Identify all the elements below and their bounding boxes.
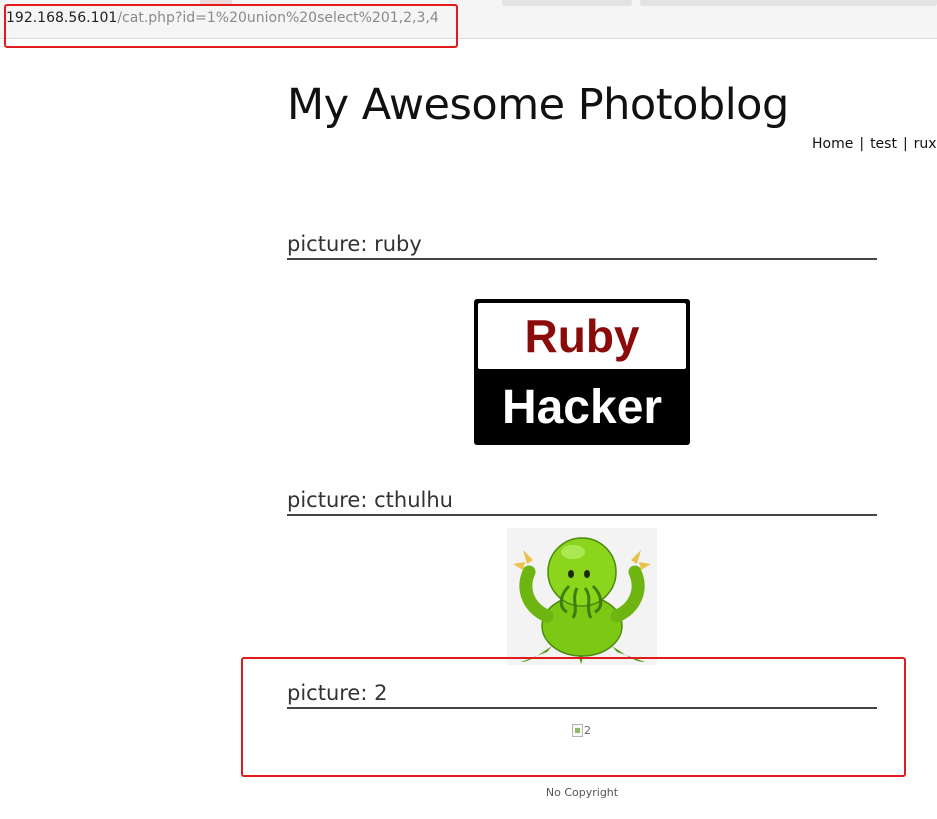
hacker-image-text: Hacker [501, 381, 663, 434]
nav-separator: | [859, 136, 865, 152]
post-heading-prefix: picture: [287, 681, 375, 705]
post-heading-prefix: picture: [287, 488, 375, 512]
broken-image-icon [572, 724, 583, 737]
top-nav: Home | test | rux [812, 136, 937, 152]
post-heading-prefix: picture: [287, 232, 375, 256]
browser-address-bar: 192.168.56.101/cat.php?id=1%20union%20se… [0, 0, 937, 39]
post-heading-name: 2 [374, 681, 388, 705]
url-host: 192.168.56.101 [6, 10, 118, 26]
post-heading-cthulhu: picture: cthulhu [287, 486, 877, 516]
nav-link-test[interactable]: test [870, 136, 897, 152]
broken-image: 2 [572, 724, 591, 737]
url-path: /cat.php?id=1%20union%20select%201,2,3,4 [117, 10, 439, 26]
nav-link-home[interactable]: Home [812, 136, 853, 152]
nav-link-rux[interactable]: rux [914, 136, 937, 152]
post-heading-ruby: picture: ruby [287, 230, 877, 260]
injected-post-highlight-box [241, 657, 906, 777]
broken-image-alt: 2 [584, 724, 591, 737]
ruby-hacker-image: Ruby Hacker [474, 299, 690, 445]
url-field[interactable]: 192.168.56.101/cat.php?id=1%20union%20se… [6, 10, 439, 26]
site-title: My Awesome Photoblog [287, 80, 789, 130]
cthulhu-illustration-icon [513, 537, 651, 664]
cthulhu-image [507, 528, 657, 665]
footer: No Copyright [545, 786, 619, 799]
nav-separator: | [902, 136, 908, 152]
post-heading-2: picture: 2 [287, 679, 877, 709]
ruby-image-text: Ruby [478, 303, 686, 369]
post-heading-name: cthulhu [374, 488, 453, 512]
browser-tab[interactable] [640, 0, 937, 6]
browser-tab[interactable] [200, 0, 232, 6]
browser-tab[interactable] [502, 0, 632, 6]
post-heading-name: ruby [374, 232, 422, 256]
